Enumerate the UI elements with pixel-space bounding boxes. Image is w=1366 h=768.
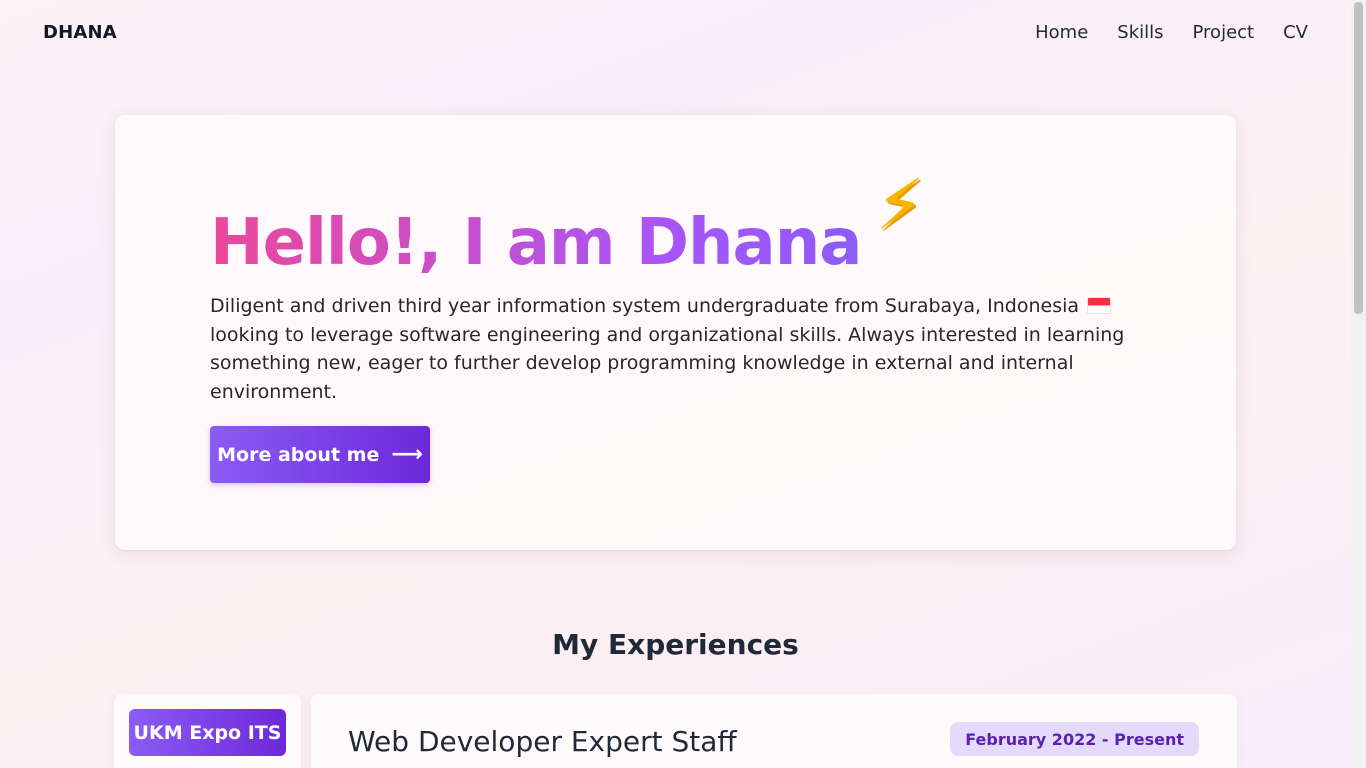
more-about-me-label: More about me [217, 443, 380, 466]
org-tab-ukm-expo-its[interactable]: UKM Expo ITS [129, 709, 286, 756]
hero-title-text: Hello!, I am Dhana [210, 206, 862, 280]
experience-card: Web Developer Expert Staff February 2022… [311, 694, 1237, 768]
scrollbar-thumb[interactable] [1354, 2, 1363, 314]
nav-link-cv[interactable]: CV [1283, 22, 1308, 43]
experiences-title: My Experiences [552, 628, 799, 661]
navbar: DHANA Home Skills Project CV [0, 0, 1351, 64]
hero-description-part-1: Diligent and driven third year informati… [210, 295, 1080, 317]
page-scrollbar[interactable] [1351, 0, 1366, 768]
experience-date-badge: February 2022 - Present [950, 722, 1199, 756]
hero-title: Hello!, I am Dhana ⚡ [210, 169, 925, 280]
nav-link-project[interactable]: Project [1193, 22, 1255, 43]
hero-description: Diligent and driven third year informati… [210, 292, 1140, 406]
nav-menu: Home Skills Project CV [1035, 22, 1308, 43]
experience-role: Web Developer Expert Staff [348, 725, 737, 758]
hero-card: Hello!, I am Dhana ⚡ Diligent and driven … [115, 115, 1236, 550]
hero-description-part-2: looking to leverage software engineering… [210, 323, 1125, 403]
brand-logo[interactable]: DHANA [43, 22, 117, 43]
indonesia-flag-icon [1087, 297, 1112, 314]
lightning-bolt-icon: ⚡ [875, 164, 924, 246]
more-about-me-button[interactable]: More about me ⟶ [210, 426, 430, 483]
nav-link-skills[interactable]: Skills [1117, 22, 1163, 43]
arrow-right-icon: ⟶ [391, 441, 423, 467]
nav-link-home[interactable]: Home [1035, 22, 1088, 43]
experience-org-panel: UKM Expo ITS [114, 694, 301, 768]
